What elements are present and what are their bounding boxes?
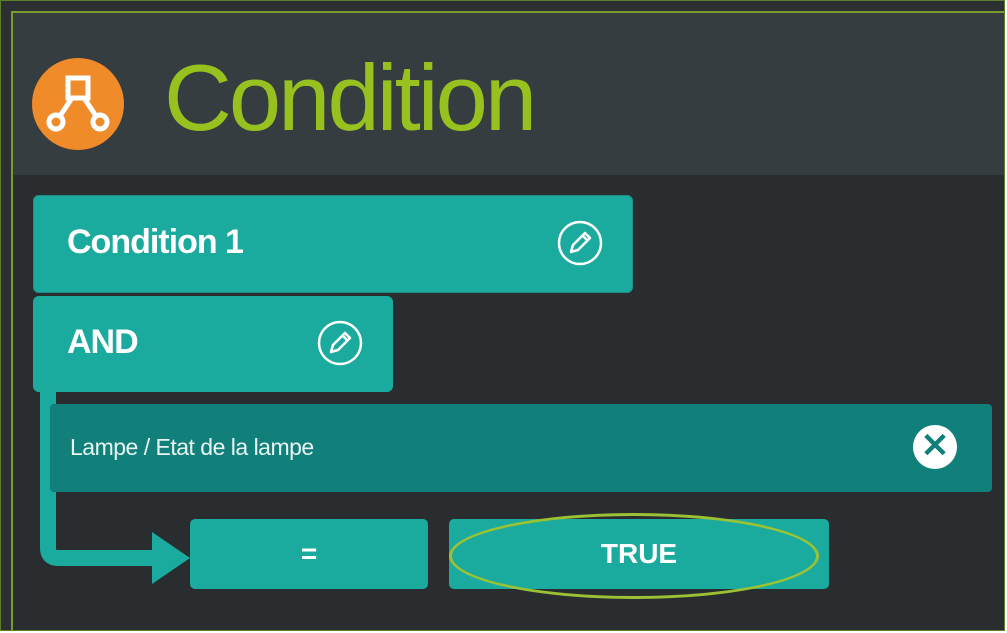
condition-1-block[interactable]: Condition 1 [33,195,633,293]
pencil-icon[interactable] [556,219,604,267]
and-operator-label: AND [67,323,139,361]
comparison-value-button[interactable]: TRUE [449,519,829,589]
comparison-operator-label: = [300,538,318,569]
comparison-value-label: TRUE [600,538,678,569]
close-icon[interactable]: ✕ [913,425,957,469]
device-state-row[interactable]: Lampe / Etat de la lampe ✕ [50,404,992,492]
condition-1-label: Condition 1 [67,223,244,261]
comparison-operator-button[interactable]: = [190,519,428,589]
close-glyph: ✕ [920,427,950,465]
pencil-icon[interactable] [316,319,364,367]
device-state-label: Lampe / Etat de la lampe [70,434,314,460]
and-operator-block[interactable]: AND [33,296,393,392]
